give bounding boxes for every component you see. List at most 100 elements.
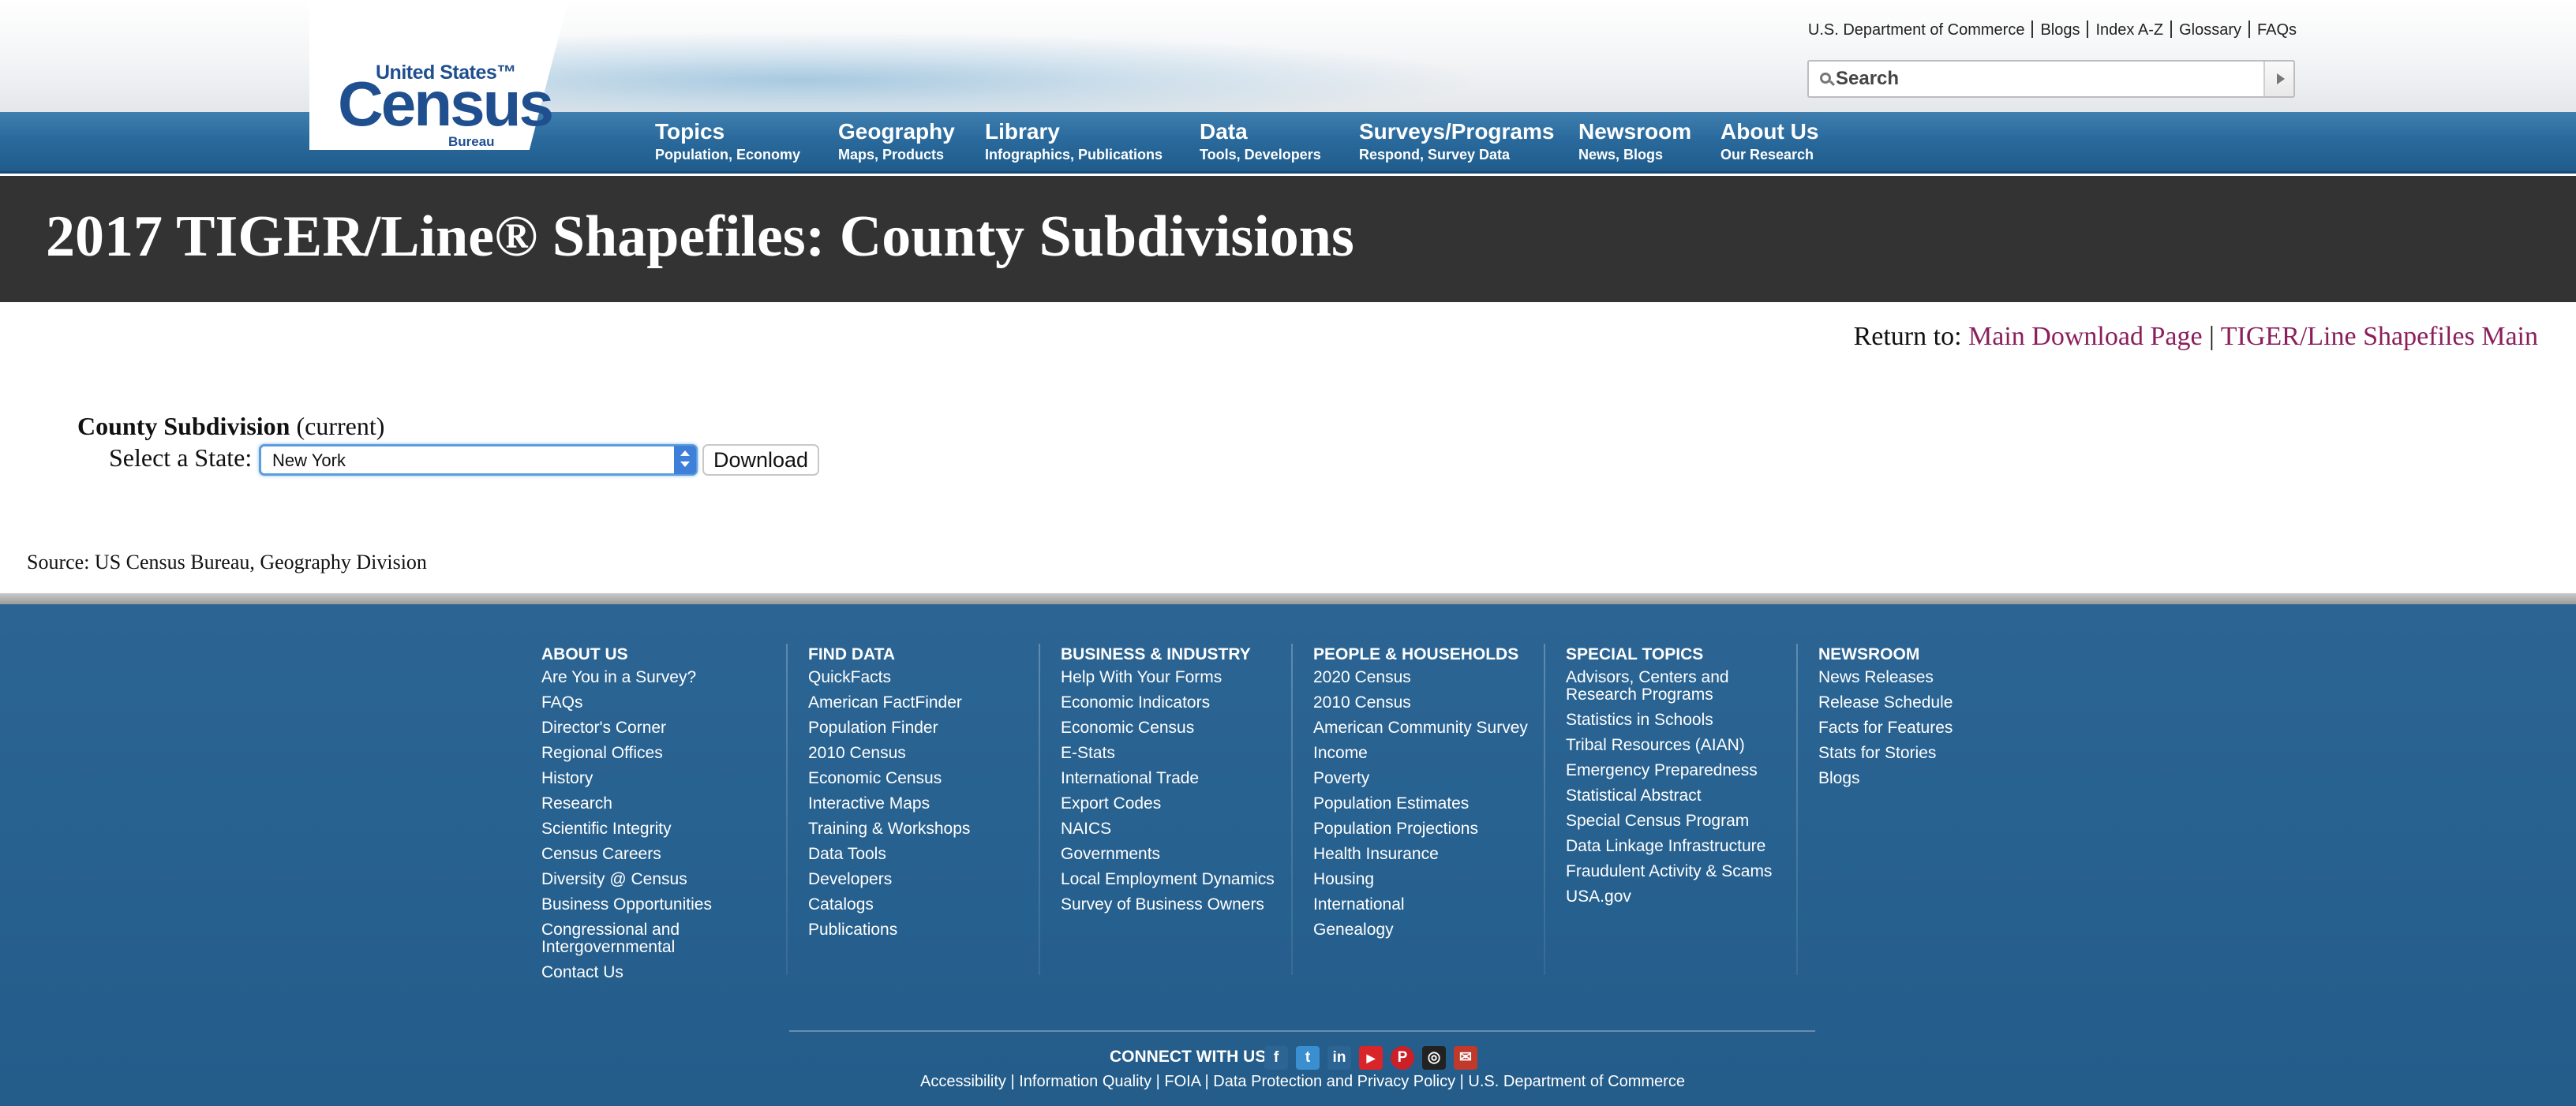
footer-link[interactable]: Blogs: [1818, 770, 1953, 787]
footer-link[interactable]: Regional Offices: [541, 745, 712, 762]
footer-divider: [786, 644, 788, 975]
footer-link[interactable]: Fraudulent Activity & Scams: [1566, 863, 1772, 880]
download-button[interactable]: Download: [702, 444, 819, 476]
footer-link[interactable]: Statistical Abstract: [1566, 787, 1772, 805]
commerce-link[interactable]: U.S. Department of Commerce: [1468, 1073, 1685, 1090]
footer-link[interactable]: Publications: [808, 921, 970, 939]
footer-link[interactable]: FAQs: [541, 694, 712, 712]
footer-link[interactable]: Export Codes: [1061, 795, 1275, 813]
utility-link-index[interactable]: Index A-Z: [2095, 21, 2163, 39]
census-logo[interactable]: United States™ Census Bureau: [338, 62, 554, 149]
footer-link[interactable]: 2010 Census: [1313, 694, 1528, 712]
footer-link[interactable]: Economic Census: [1061, 719, 1275, 737]
footer-link[interactable]: International Trade: [1061, 770, 1275, 787]
state-select[interactable]: New York: [259, 444, 698, 476]
nav-surveys-programs[interactable]: Surveys/Programs Respond, Survey Data: [1359, 118, 1554, 164]
footer-link[interactable]: History: [541, 770, 712, 787]
nav-geography[interactable]: Geography Maps, Products: [838, 118, 955, 164]
social-glyph: P: [1397, 1049, 1408, 1066]
footer-link[interactable]: Health Insurance: [1313, 846, 1528, 863]
footer-link[interactable]: Population Projections: [1313, 820, 1528, 838]
footer-link[interactable]: 2010 Census: [808, 745, 970, 762]
footer-link[interactable]: 2020 Census: [1313, 669, 1528, 686]
footer-link[interactable]: Training & Workshops: [808, 820, 970, 838]
accessibility-link[interactable]: Accessibility: [920, 1073, 1006, 1090]
twitter-icon[interactable]: t: [1296, 1046, 1320, 1070]
facebook-icon[interactable]: f: [1264, 1046, 1288, 1070]
page-title: 2017 TIGER/Line® Shapefiles: County Subd…: [46, 204, 1354, 269]
nav-subtitle: Our Research: [1720, 147, 1814, 163]
footer-link[interactable]: Advisors, Centers and Research Programs: [1566, 669, 1739, 704]
footer-link[interactable]: Poverty: [1313, 770, 1528, 787]
nav-newsroom[interactable]: Newsroom News, Blogs: [1578, 118, 1691, 164]
footer-link[interactable]: Economic Census: [808, 770, 970, 787]
footer-link[interactable]: Data Linkage Infrastructure: [1566, 838, 1772, 855]
nav-about-us[interactable]: About Us Our Research: [1720, 118, 1818, 164]
utility-link-commerce[interactable]: U.S. Department of Commerce: [1808, 21, 2025, 39]
footer-link[interactable]: Developers: [808, 871, 970, 888]
footer-link[interactable]: News Releases: [1818, 669, 1953, 686]
footer-link[interactable]: Housing: [1313, 871, 1528, 888]
footer-link[interactable]: American FactFinder: [808, 694, 970, 712]
nav-title: Topics: [655, 119, 725, 144]
footer-link[interactable]: Statistics in Schools: [1566, 712, 1772, 729]
search-input[interactable]: [1836, 66, 2246, 92]
youtube-icon[interactable]: ▶: [1359, 1046, 1383, 1070]
footer-col-about-us: ABOUT US Are You in a Survey? FAQs Direc…: [541, 644, 712, 989]
nav-data[interactable]: Data Tools, Developers: [1200, 118, 1321, 164]
footer-link[interactable]: Help With Your Forms: [1061, 669, 1275, 686]
nav-topics[interactable]: Topics Population, Economy: [655, 118, 800, 164]
footer-link[interactable]: Income: [1313, 745, 1528, 762]
footer-link[interactable]: Tribal Resources (AIAN): [1566, 737, 1772, 754]
footer-link[interactable]: Census Careers: [541, 846, 712, 863]
footer-link[interactable]: Scientific Integrity: [541, 820, 712, 838]
footer-link[interactable]: Diversity @ Census: [541, 871, 712, 888]
footer-link[interactable]: Are You in a Survey?: [541, 669, 712, 686]
footer-link[interactable]: Genealogy: [1313, 921, 1528, 939]
footer-link[interactable]: Economic Indicators: [1061, 694, 1275, 712]
search-submit-button[interactable]: [2263, 62, 2293, 96]
footer-link[interactable]: Facts for Features: [1818, 719, 1953, 737]
footer-link[interactable]: Survey of Business Owners: [1061, 896, 1275, 914]
pinterest-icon[interactable]: P: [1391, 1046, 1414, 1070]
section-heading-title: County Subdivision: [77, 412, 290, 440]
utility-link-glossary[interactable]: Glossary: [2179, 21, 2241, 39]
privacy-policy-link[interactable]: Data Protection and Privacy Policy: [1213, 1073, 1455, 1090]
footer-link[interactable]: Data Tools: [808, 846, 970, 863]
footer-link[interactable]: Emergency Preparedness: [1566, 762, 1772, 779]
email-icon[interactable]: ✉: [1454, 1046, 1477, 1070]
footer-link[interactable]: Research: [541, 795, 712, 813]
footer-link[interactable]: Director's Corner: [541, 719, 712, 737]
footer-link[interactable]: Interactive Maps: [808, 795, 970, 813]
footer-link[interactable]: E-Stats: [1061, 745, 1275, 762]
utility-link-faqs[interactable]: FAQs: [2257, 21, 2297, 39]
separator: |: [2209, 322, 2215, 351]
footer-link[interactable]: Population Finder: [808, 719, 970, 737]
footer-link[interactable]: Catalogs: [808, 896, 970, 914]
footer-link[interactable]: American Community Survey: [1313, 719, 1528, 737]
footer-link[interactable]: QuickFacts: [808, 669, 970, 686]
main-download-page-link[interactable]: Main Download Page: [1968, 322, 2203, 351]
footer-link[interactable]: International: [1313, 896, 1528, 914]
logo-census: Census: [338, 69, 554, 139]
footer-link[interactable]: Governments: [1061, 846, 1275, 863]
footer-link[interactable]: Business Opportunities: [541, 896, 712, 914]
footer-link[interactable]: Contact Us: [541, 964, 712, 981]
footer-link[interactable]: Stats for Stories: [1818, 745, 1953, 762]
linkedin-icon[interactable]: in: [1327, 1046, 1351, 1070]
footer-link[interactable]: Special Census Program: [1566, 813, 1772, 830]
tiger-line-main-link[interactable]: TIGER/Line Shapefiles Main: [2221, 322, 2538, 351]
nav-library[interactable]: Library Infographics, Publications: [985, 118, 1163, 164]
information-quality-link[interactable]: Information Quality: [1019, 1073, 1151, 1090]
footer-link[interactable]: Population Estimates: [1313, 795, 1528, 813]
instagram-icon[interactable]: ◎: [1422, 1046, 1446, 1070]
logo-bureau: Bureau: [448, 134, 495, 149]
social-glyph: f: [1273, 1049, 1279, 1066]
footer-link[interactable]: Release Schedule: [1818, 694, 1953, 712]
footer-link[interactable]: Local Employment Dynamics: [1061, 871, 1275, 888]
utility-link-blogs[interactable]: Blogs: [2040, 21, 2080, 39]
footer-link[interactable]: Congressional and Intergovernmental: [541, 921, 699, 956]
footer-link[interactable]: NAICS: [1061, 820, 1275, 838]
foia-link[interactable]: FOIA: [1164, 1073, 1200, 1090]
footer-link[interactable]: USA.gov: [1566, 888, 1772, 906]
